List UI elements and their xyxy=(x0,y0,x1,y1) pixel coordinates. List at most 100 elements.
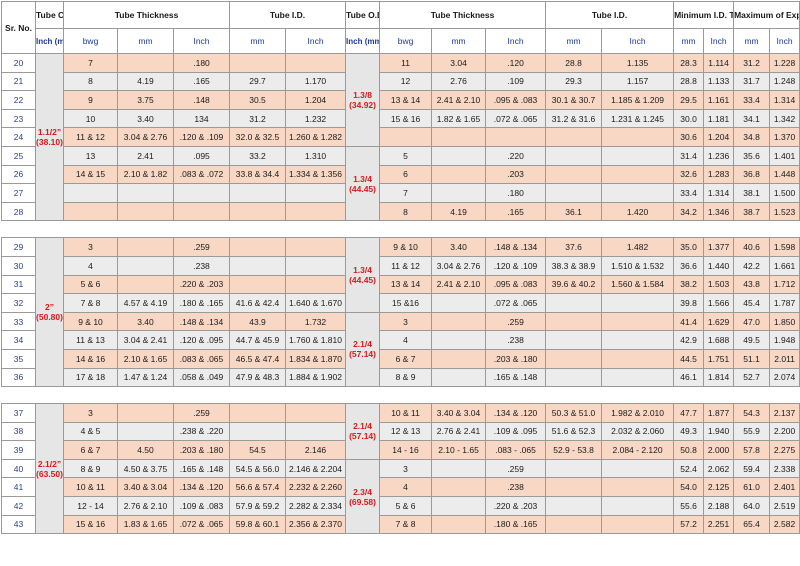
data-cell: 38.1 xyxy=(733,183,771,203)
data-cell: 1.661 xyxy=(769,255,800,276)
data-cell: 8 xyxy=(379,201,433,222)
data-cell: 47.0 xyxy=(733,311,771,332)
data-cell: 1.314 xyxy=(769,90,800,110)
data-cell: .083 & .072 xyxy=(172,164,231,185)
data-cell: 3.04 xyxy=(431,53,487,73)
table-row: 26 14 & 15 2.10 & 1.82.083 & .072 33.8 & 34… xyxy=(1,164,800,185)
data-cell: 134 xyxy=(172,108,231,129)
data-cell: 9 & 10 xyxy=(63,311,118,332)
data-cell: .220 & .203 xyxy=(172,274,231,295)
data-cell: 6 & 7 xyxy=(63,440,118,460)
data-cell xyxy=(229,201,287,222)
data-cell: 9 & 10 xyxy=(379,237,433,257)
data-cell xyxy=(285,53,347,73)
data-cell xyxy=(431,514,487,535)
data-cell: 1.834 & 1.870 xyxy=(285,348,347,369)
data-cell xyxy=(601,164,675,185)
data-cell xyxy=(117,421,174,442)
data-cell: 46.1 xyxy=(673,367,705,388)
data-cell xyxy=(117,53,174,73)
sr-no-cell: 35 xyxy=(1,348,36,369)
mm-subheader: mm xyxy=(117,28,174,54)
data-cell: .072 & .065 xyxy=(172,514,231,535)
table-row: 20 1.1/2” (38.10) 7.180 1.3/8 (34.92) 11 3.04.1… xyxy=(1,52,800,222)
data-cell xyxy=(545,477,603,498)
data-cell: 2.10 - 1.65 xyxy=(431,440,487,460)
data-cell xyxy=(285,421,347,442)
data-cell: .083 - .065 xyxy=(485,440,547,460)
mm-subheader: mm xyxy=(733,28,771,54)
data-cell: 4.50 & 3.75 xyxy=(117,458,174,479)
data-cell: .238 xyxy=(172,255,231,276)
table-row: 34 11 & 13 3.04 & 2.41.120 & .095 44.7 & 45… xyxy=(1,330,800,350)
data-cell: .220 & .203 xyxy=(485,496,547,516)
table-row: 32 7 & 8 4.57 & 4.19.180 & .165 41.6 & 42.4… xyxy=(1,293,800,313)
data-cell xyxy=(601,348,675,369)
data-cell: 3.40 & 3.04 xyxy=(431,403,487,423)
data-cell: .259 xyxy=(485,311,547,332)
data-cell: 2.146 & 2.204 xyxy=(285,458,347,479)
data-cell: 1.982 & 2.010 xyxy=(601,403,675,423)
data-cell: 2.251 xyxy=(703,514,735,535)
data-cell: 37.6 xyxy=(545,237,603,257)
data-cell xyxy=(117,274,174,295)
sr-no-cell: 29 xyxy=(1,237,36,257)
data-cell: 1.161 xyxy=(703,90,735,110)
table-row: 42 12 - 14 2.76 & 2.10.109 & .083 57.9 & 59… xyxy=(1,496,800,516)
data-cell: 1.688 xyxy=(703,330,735,350)
sr-no-cell: 38 xyxy=(1,421,36,442)
tube-od-left: 2” (50.80) xyxy=(35,237,64,388)
data-cell: 14 - 16 xyxy=(379,440,433,460)
data-cell xyxy=(545,293,603,313)
data-cell: .072 & .065 xyxy=(485,293,547,313)
table-row: 40 8 & 9 4.50 & 3.75.165 & .148 54.5 & 56.0… xyxy=(1,458,800,535)
data-cell: 55.6 xyxy=(673,496,705,516)
data-cell: 1.751 xyxy=(703,348,735,369)
data-cell: 3.40 xyxy=(431,237,487,257)
group-spacer xyxy=(1,386,800,405)
data-cell: 31.2 & 31.6 xyxy=(545,108,603,129)
data-cell: 33.8 & 34.4 xyxy=(229,164,287,185)
data-cell: .148 & .134 xyxy=(485,237,547,257)
data-cell: 12 & 13 xyxy=(379,421,433,442)
data-cell: .203 & .180 xyxy=(172,440,231,460)
data-cell xyxy=(431,164,487,185)
data-cell xyxy=(431,145,487,166)
tube-od-header: Tube O.D. xyxy=(35,1,64,29)
data-cell: 1.787 xyxy=(769,293,800,313)
sr-no-cell: 24 xyxy=(1,127,36,147)
data-cell: 1.83 & 1.65 xyxy=(117,514,174,535)
data-cell: 36.1 xyxy=(545,201,603,222)
data-cell: 54.0 xyxy=(673,477,705,498)
data-cell xyxy=(545,514,603,535)
data-cell: .259 xyxy=(172,403,231,423)
data-cell: 31.4 xyxy=(673,145,705,166)
data-cell xyxy=(285,237,347,257)
data-cell: 30.1 & 30.7 xyxy=(545,90,603,110)
data-cell xyxy=(545,458,603,479)
sr-no-cell: 21 xyxy=(1,71,36,92)
data-cell: 52.4 xyxy=(673,458,705,479)
data-cell: 38.3 & 38.9 xyxy=(545,255,603,276)
data-cell: 1.283 xyxy=(703,164,735,185)
data-cell: 2.074 xyxy=(769,367,800,388)
data-cell: 1.204 xyxy=(285,90,347,110)
data-cell: 1.133 xyxy=(703,71,735,92)
data-cell: 12 xyxy=(379,71,433,92)
data-cell: 3.75 xyxy=(117,90,174,110)
bwg-subheader-2: bwg xyxy=(379,28,433,54)
data-cell xyxy=(229,403,287,423)
data-cell: 2.10 & 1.82 xyxy=(117,164,174,185)
data-cell: 1.231 & 1.245 xyxy=(601,108,675,129)
data-cell: 1.377 xyxy=(703,237,735,257)
data-cell: 57.2 xyxy=(673,514,705,535)
data-cell: 2.41 xyxy=(117,145,174,166)
data-cell xyxy=(229,255,287,276)
tube-thickness-header: Tube Thickness xyxy=(62,1,231,29)
table-row: 38 4 & 5 .238 & .220 12 & 13 2.76 & 2.41.109… xyxy=(1,421,800,442)
data-cell: 8 xyxy=(63,71,118,92)
data-cell: .095 xyxy=(172,145,231,166)
data-cell: .180 & .165 xyxy=(485,514,547,535)
data-cell: 29.5 xyxy=(673,90,705,110)
data-cell: 31.2 xyxy=(733,53,771,73)
